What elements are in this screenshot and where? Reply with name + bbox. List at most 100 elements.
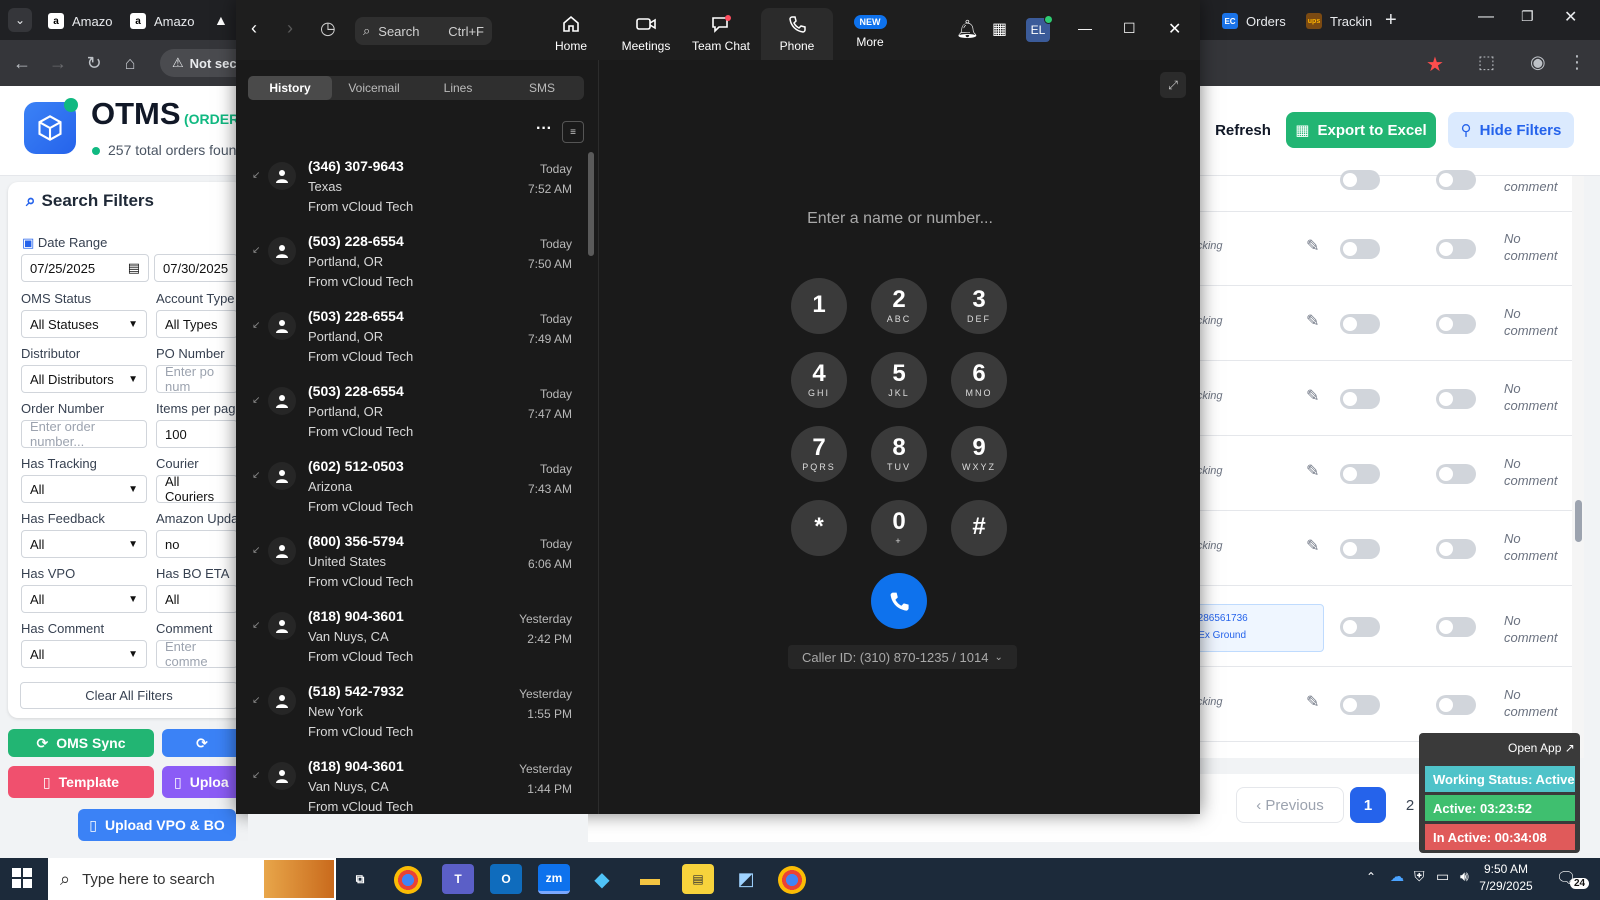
toggle-switch[interactable] (1340, 170, 1380, 190)
onedrive-icon[interactable]: ☁ (1390, 868, 1404, 885)
previous-page-button[interactable]: ‹ Previous (1236, 787, 1344, 823)
task-view-icon[interactable]: ⧉ (344, 864, 376, 894)
toggle-switch[interactable] (1340, 239, 1380, 259)
po-number-input[interactable]: Enter po num (156, 364, 238, 394)
toggle-switch[interactable] (1436, 464, 1476, 484)
popout-button[interactable]: ⤢ (1160, 72, 1186, 98)
toggle-switch[interactable] (1340, 314, 1380, 334)
toggle-switch[interactable] (1436, 170, 1476, 190)
dialpad-key[interactable]: 1 (791, 278, 847, 334)
has-comment-select[interactable]: All ▼ (21, 640, 147, 668)
date-from-input[interactable]: 07/25/2025 ▤ (21, 254, 149, 282)
toggle-switch[interactable] (1436, 539, 1476, 559)
dial-number-input[interactable]: Enter a name or number... (770, 210, 1030, 228)
comment-input[interactable]: Enter comme (156, 639, 238, 669)
profile-icon[interactable]: ◉ (1530, 52, 1546, 73)
browser-tab-tracking[interactable]: ups Trackin (1296, 6, 1382, 36)
zoom-nav-home[interactable]: Home (536, 8, 606, 60)
distributor-select[interactable]: All Distributors ▼ (21, 365, 147, 393)
oms-sync-button[interactable]: ⟳ OMS Sync (8, 729, 154, 757)
dialpad-key[interactable]: 3 DEF (951, 278, 1007, 334)
dialpad-key[interactable]: 8 TUV (871, 426, 927, 482)
has-bo-eta-select[interactable]: All (156, 585, 238, 613)
edit-pencil-icon[interactable]: ✎ (1306, 386, 1319, 406)
open-app-link[interactable]: Open App ↗ (1508, 741, 1575, 755)
call-history-item[interactable]: ↙ (602) 512-0503 Arizona From vCloud Tech To… (248, 452, 584, 526)
browser-tab-orders[interactable]: EC Orders (1212, 6, 1296, 36)
dialpad-key[interactable]: 2 ABC (871, 278, 927, 334)
tab-history[interactable]: History (248, 76, 332, 100)
security-tray-icon[interactable]: ⛨ (1414, 868, 1425, 885)
home-button[interactable]: ⌂ (118, 51, 142, 75)
zoom-history-button[interactable]: ◷ (320, 18, 336, 39)
zoom-search[interactable]: ⌕ Search Ctrl+F (355, 17, 492, 45)
call-button[interactable] (871, 573, 927, 629)
call-history-item[interactable]: ↙ (503) 228-6554 Portland, OR From vCloud T… (248, 377, 584, 451)
call-history-item[interactable]: ↙ (518) 542-7932 New York From vCloud Tech Y… (248, 677, 584, 751)
calendar-icon[interactable]: ▦ (992, 19, 1007, 39)
zoom-back-button[interactable]: ‹ (251, 18, 257, 39)
has-vpo-select[interactable]: All ▼ (21, 585, 147, 613)
file-explorer-icon[interactable]: ▬ (634, 864, 666, 894)
tab-voicemail[interactable]: Voicemail (332, 76, 416, 100)
toggle-switch[interactable] (1340, 617, 1380, 637)
toggle-switch[interactable] (1436, 389, 1476, 409)
zoom-nav-more[interactable]: NEW More (835, 8, 905, 60)
tab-search-button[interactable]: ⌄ (8, 8, 32, 32)
call-history-item[interactable]: ↙ (346) 307-9643 Texas From vCloud Tech Toda… (248, 152, 584, 226)
sync-secondary-button[interactable]: ⟳ (162, 729, 242, 757)
table-scrollbar[interactable] (1572, 176, 1584, 758)
dialpad-key[interactable]: 0 + (871, 500, 927, 556)
toggle-switch[interactable] (1340, 539, 1380, 559)
upload-vpo-bo-button[interactable]: ▯ Upload VPO & BO (78, 809, 236, 841)
browser-tab-amazon-1[interactable]: a Amazo (38, 6, 122, 36)
toggle-switch[interactable] (1340, 464, 1380, 484)
dialpad-key[interactable]: 6 MNO (951, 352, 1007, 408)
more-options-icon[interactable]: ··· (536, 120, 552, 138)
zoom-minimize-button[interactable]: — (1078, 20, 1092, 36)
notifications-bell-icon[interactable]: 🔔︎ (956, 19, 979, 40)
system-clock[interactable]: 9:50 AM 7/29/2025 (1466, 861, 1546, 895)
has-feedback-select[interactable]: All ▼ (21, 530, 147, 558)
dialpad-key[interactable]: # (951, 500, 1007, 556)
caller-id-select[interactable]: Caller ID: (310) 870-1235 / 1014 ⌄ (788, 645, 1017, 669)
outlook-icon[interactable]: O (490, 864, 522, 894)
call-history-item[interactable]: ↙ (503) 228-6554 Portland, OR From vCloud T… (248, 302, 584, 376)
sticky-notes-icon[interactable]: ▤ (682, 864, 714, 894)
toggle-switch[interactable] (1436, 239, 1476, 259)
zoom-forward-button[interactable]: › (287, 18, 293, 39)
app-window-icon[interactable]: ◩ (730, 864, 762, 894)
template-button[interactable]: ▯ Template (8, 766, 154, 798)
toggle-switch[interactable] (1436, 617, 1476, 637)
chrome-icon[interactable] (394, 866, 422, 894)
history-scrollbar-thumb[interactable] (588, 152, 594, 256)
edit-pencil-icon[interactable]: ✎ (1306, 692, 1319, 712)
edit-pencil-icon[interactable]: ✎ (1306, 236, 1319, 256)
toggle-switch[interactable] (1436, 314, 1476, 334)
browser-tab-amazon-2[interactable]: a Amazo (120, 6, 204, 36)
toggle-switch[interactable] (1340, 695, 1380, 715)
date-to-input[interactable]: 07/30/2025 (154, 254, 238, 282)
reload-button[interactable]: ↻ (82, 51, 106, 75)
back-button[interactable]: ← (10, 51, 34, 75)
amazon-update-select[interactable]: no (156, 530, 238, 558)
chrome-profile-icon[interactable] (778, 866, 806, 894)
call-history-item[interactable]: ↙ (818) 904-3601 Van Nuys, CA From vCloud T… (248, 602, 584, 676)
zoom-nav-meetings[interactable]: Meetings (611, 8, 681, 60)
zoom-maximize-button[interactable]: ☐ (1123, 20, 1136, 37)
zoom-taskbar-icon[interactable]: zm (538, 864, 570, 894)
dialpad-key[interactable]: 5 JKL (871, 352, 927, 408)
call-history-item[interactable]: ↙ (503) 228-6554 Portland, OR From vCloud T… (248, 227, 584, 301)
dialpad-key[interactable]: 9 WXYZ (951, 426, 1007, 482)
browser-restore-button[interactable]: ❐ (1521, 8, 1534, 25)
start-button[interactable] (12, 868, 32, 888)
tab-favicon-icon[interactable]: ▲ (214, 12, 228, 28)
dialpad-key[interactable]: * (791, 500, 847, 556)
tracking-chip[interactable]: 470286561736 FedEx Ground (1180, 604, 1324, 652)
bookmark-star-icon[interactable]: ★ (1426, 52, 1444, 77)
zoom-nav-team-chat[interactable]: Team Chat (686, 8, 756, 60)
browser-close-button[interactable]: ✕ (1564, 7, 1577, 27)
extensions-icon[interactable]: ⬚ (1478, 52, 1495, 73)
items-per-page-select[interactable]: 100 (156, 420, 238, 448)
export-excel-button[interactable]: ▦ Export to Excel (1286, 112, 1436, 148)
